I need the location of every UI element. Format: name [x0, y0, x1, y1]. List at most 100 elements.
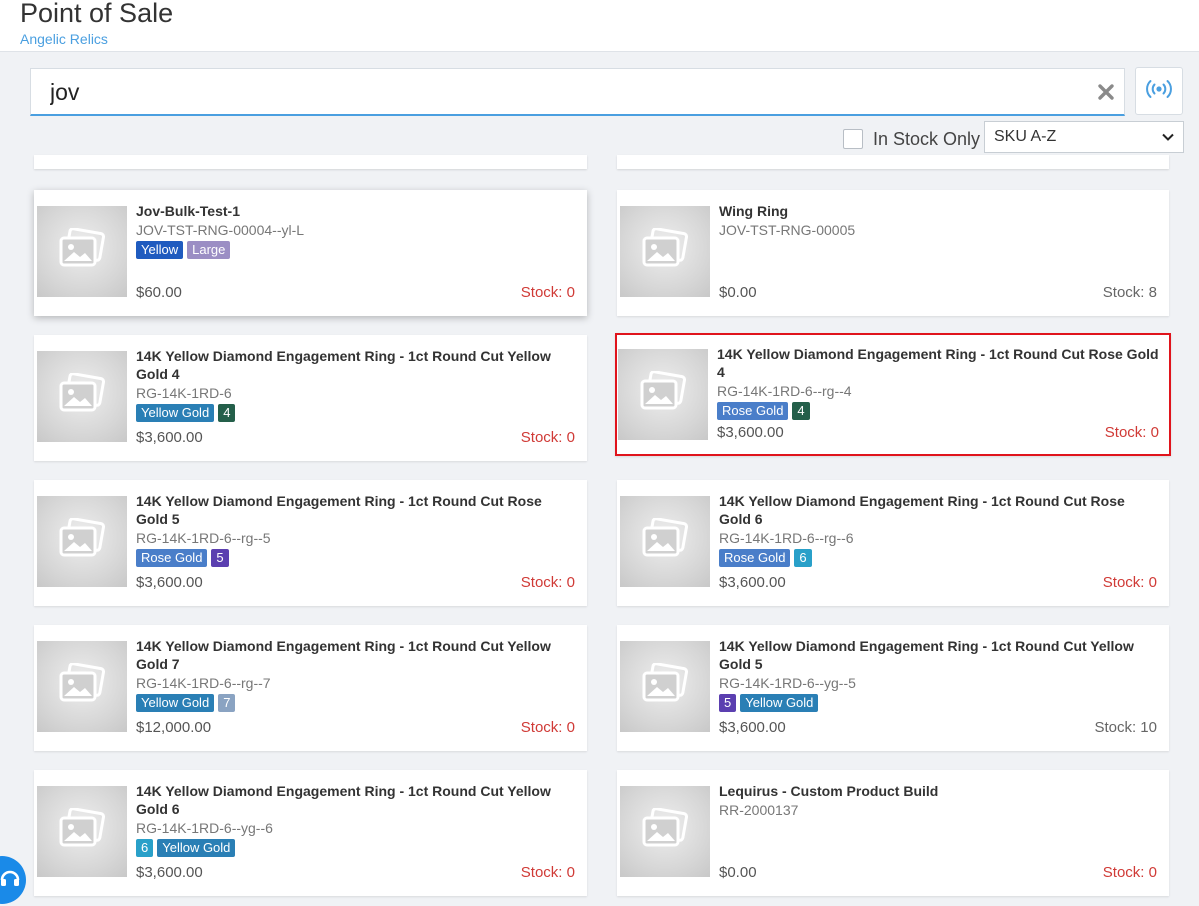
- variant-badge: Yellow Gold: [157, 839, 236, 857]
- variant-badge: Large: [187, 241, 231, 259]
- in-stock-checkbox[interactable]: [843, 129, 863, 149]
- product-card[interactable]: 14K Yellow Diamond Engagement Ring - 1ct…: [617, 480, 1169, 606]
- image-placeholder-icon: [57, 517, 107, 565]
- product-sku: RG-14K-1RD-6--rg--7: [136, 675, 271, 691]
- product-sku: RG-14K-1RD-6--yg--6: [136, 820, 273, 836]
- product-card-partial[interactable]: [34, 155, 587, 169]
- product-name: 14K Yellow Diamond Engagement Ring - 1ct…: [136, 493, 542, 527]
- variant-badge: 5: [211, 549, 229, 567]
- product-name: Wing Ring: [719, 203, 789, 219]
- filter-row: In Stock Only SKU A-Z: [0, 120, 1199, 154]
- variant-badges: Rose Gold 4: [717, 402, 1159, 420]
- product-stock: Stock: 0: [520, 864, 575, 881]
- app-header: Point of Sale Angelic Relics: [0, 0, 1199, 52]
- variant-badge: Rose Gold: [719, 549, 791, 567]
- product-price: $3,600.00: [719, 574, 786, 591]
- variant-badge: 6: [794, 549, 812, 567]
- product-price: $60.00: [136, 284, 182, 301]
- product-name: 14K Yellow Diamond Engagement Ring - 1ct…: [717, 346, 1159, 380]
- product-image-placeholder: [620, 641, 710, 732]
- variant-badges: Yellow Gold 4: [136, 404, 575, 422]
- product-card[interactable]: Jov-Bulk-Test-1 JOV-TST-RNG-00004--yl-L …: [34, 190, 587, 316]
- image-placeholder-icon: [57, 227, 107, 275]
- product-stock: Stock: 0: [520, 284, 575, 301]
- store-name-link[interactable]: Angelic Relics: [20, 31, 108, 47]
- product-price: $3,600.00: [136, 864, 203, 881]
- variant-badge: 4: [218, 404, 236, 422]
- product-name: 14K Yellow Diamond Engagement Ring - 1ct…: [136, 348, 551, 382]
- product-name: 14K Yellow Diamond Engagement Ring - 1ct…: [136, 638, 551, 672]
- product-name: 14K Yellow Diamond Engagement Ring - 1ct…: [719, 493, 1125, 527]
- variant-badge: 7: [218, 694, 236, 712]
- product-card[interactable]: Wing Ring JOV-TST-RNG-00005 $0.00 Stock:…: [617, 190, 1169, 316]
- product-card[interactable]: 14K Yellow Diamond Engagement Ring - 1ct…: [615, 333, 1171, 456]
- product-stock: Stock: 0: [520, 719, 575, 736]
- search-input[interactable]: [31, 69, 1091, 115]
- product-image-placeholder: [37, 786, 127, 877]
- product-name: 14K Yellow Diamond Engagement Ring - 1ct…: [719, 638, 1134, 672]
- product-info: Jov-Bulk-Test-1 JOV-TST-RNG-00004--yl-L …: [136, 202, 575, 259]
- chevron-down-icon: [1161, 130, 1175, 144]
- product-card[interactable]: 14K Yellow Diamond Engagement Ring - 1ct…: [34, 625, 587, 751]
- in-stock-label[interactable]: In Stock Only: [873, 128, 980, 150]
- product-card[interactable]: 14K Yellow Diamond Engagement Ring - 1ct…: [34, 480, 587, 606]
- product-price: $3,600.00: [136, 429, 203, 446]
- product-sku: JOV-TST-RNG-00005: [719, 222, 856, 238]
- product-card[interactable]: 14K Yellow Diamond Engagement Ring - 1ct…: [34, 335, 587, 461]
- product-info: 14K Yellow Diamond Engagement Ring - 1ct…: [719, 637, 1157, 712]
- product-sku: RG-14K-1RD-6: [136, 385, 232, 401]
- product-image-placeholder: [37, 496, 127, 587]
- clear-search-icon[interactable]: [1096, 82, 1116, 102]
- scan-button[interactable]: [1135, 67, 1183, 115]
- variant-badge: Rose Gold: [717, 402, 789, 420]
- help-button[interactable]: [0, 856, 26, 904]
- search-box: [30, 68, 1125, 116]
- product-sku: RG-14K-1RD-6--rg--5: [136, 530, 271, 546]
- variant-badges: Yellow Gold 7: [136, 694, 575, 712]
- product-image-placeholder: [620, 786, 710, 877]
- product-price: $3,600.00: [719, 719, 786, 736]
- product-image-placeholder: [37, 351, 127, 442]
- image-placeholder-icon: [640, 807, 690, 855]
- product-name: Jov-Bulk-Test-1: [136, 203, 240, 219]
- variant-badges: 6 Yellow Gold: [136, 839, 575, 857]
- product-info: 14K Yellow Diamond Engagement Ring - 1ct…: [136, 782, 575, 857]
- product-info: 14K Yellow Diamond Engagement Ring - 1ct…: [717, 345, 1159, 420]
- image-placeholder-icon: [640, 662, 690, 710]
- image-placeholder-icon: [638, 370, 688, 418]
- product-image-placeholder: [618, 349, 708, 440]
- product-stock: Stock: 0: [520, 574, 575, 591]
- variant-badge: Yellow Gold: [740, 694, 819, 712]
- product-price: $0.00: [719, 284, 757, 301]
- product-image-placeholder: [37, 641, 127, 732]
- product-price: $3,600.00: [136, 574, 203, 591]
- variant-badge: Yellow Gold: [136, 404, 215, 422]
- product-info: Wing Ring JOV-TST-RNG-00005: [719, 202, 1157, 239]
- variant-badges: Rose Gold 5: [136, 549, 575, 567]
- variant-badges: 5 Yellow Gold: [719, 694, 1157, 712]
- variant-badge: 6: [136, 839, 154, 857]
- product-card-partial[interactable]: [617, 155, 1169, 169]
- image-placeholder-icon: [640, 517, 690, 565]
- product-image-placeholder: [37, 206, 127, 297]
- product-stock: Stock: 0: [1102, 574, 1157, 591]
- product-stock: Stock: 0: [1104, 424, 1159, 441]
- product-card[interactable]: 14K Yellow Diamond Engagement Ring - 1ct…: [34, 770, 587, 896]
- product-card[interactable]: 14K Yellow Diamond Engagement Ring - 1ct…: [617, 625, 1169, 751]
- sort-selected-value: SKU A-Z: [994, 128, 1057, 145]
- product-image-placeholder: [620, 206, 710, 297]
- product-card[interactable]: Lequirus - Custom Product Build RR-20001…: [617, 770, 1169, 896]
- product-name: Lequirus - Custom Product Build: [719, 783, 939, 799]
- variant-badge: Yellow Gold: [136, 694, 215, 712]
- product-sku: JOV-TST-RNG-00004--yl-L: [136, 222, 305, 238]
- product-sku: RG-14K-1RD-6--rg--6: [719, 530, 854, 546]
- product-sku: RR-2000137: [719, 802, 799, 818]
- variant-badges: Rose Gold 6: [719, 549, 1157, 567]
- product-price: $3,600.00: [717, 424, 784, 441]
- product-stock: Stock: 0: [1102, 864, 1157, 881]
- image-placeholder-icon: [57, 807, 107, 855]
- variant-badge: 4: [792, 402, 810, 420]
- product-info: 14K Yellow Diamond Engagement Ring - 1ct…: [719, 492, 1157, 567]
- variant-badge: Rose Gold: [136, 549, 208, 567]
- sort-select[interactable]: SKU A-Z: [984, 121, 1184, 153]
